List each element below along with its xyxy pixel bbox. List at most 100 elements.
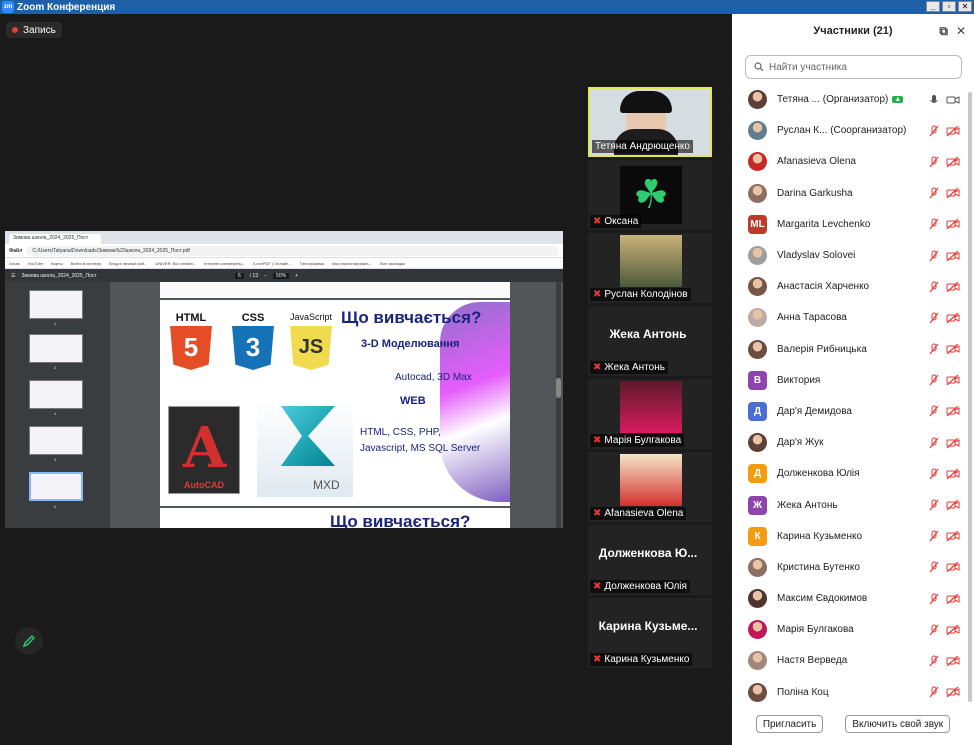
video-off-icon[interactable] <box>946 624 960 635</box>
video-off-icon[interactable] <box>946 500 960 511</box>
video-off-icon[interactable] <box>946 468 960 479</box>
participant-row[interactable]: Кристина Бутенко <box>732 552 974 583</box>
bookmark[interactable]: YouTube <box>27 261 43 266</box>
video-tile[interactable]: Жека Антонь ✖ Жека Антонь <box>588 306 712 376</box>
bookmark[interactable]: iLovePDF | Онлайн... <box>253 261 291 266</box>
mic-muted-icon[interactable] <box>929 343 939 355</box>
video-off-icon[interactable] <box>946 593 960 604</box>
participant-row[interactable]: Поліна Коц <box>732 677 974 708</box>
mic-muted-icon[interactable] <box>929 405 939 417</box>
video-tile[interactable]: ✖ Afanasieva Olena <box>588 452 712 522</box>
participant-row[interactable]: Настя Верведа <box>732 645 974 676</box>
popout-icon[interactable]: ⧉ <box>939 24 948 39</box>
bookmark[interactable]: Вход в личный каб... <box>109 261 147 266</box>
mic-muted-icon[interactable] <box>929 655 939 667</box>
mic-muted-icon[interactable] <box>929 561 939 573</box>
page-thumbnail[interactable] <box>29 290 83 319</box>
participant-row[interactable]: К Карина Кузьменко <box>732 521 974 552</box>
video-off-icon[interactable] <box>946 375 960 386</box>
participant-row[interactable]: Darina Garkusha <box>732 178 974 209</box>
video-tile[interactable]: Долженкова Ю... ✖ Долженкова Юлія <box>588 525 712 595</box>
page-thumbnail[interactable] <box>29 426 83 455</box>
close-window-button[interactable]: ✕ <box>958 1 972 12</box>
mic-muted-icon[interactable] <box>929 499 939 511</box>
video-tile[interactable]: Карина Кузьме... ✖ Карина Кузьменко <box>588 598 712 668</box>
participant-row[interactable]: Анастасія Харченко <box>732 271 974 302</box>
annotate-pen-button[interactable] <box>15 627 43 655</box>
page-thumbnail-selected[interactable] <box>29 472 83 501</box>
bookmark[interactable]: Типографика <box>300 261 324 266</box>
page-thumbnail[interactable] <box>29 380 83 409</box>
page-thumbnail[interactable] <box>29 334 83 363</box>
invite-button[interactable]: Пригласить <box>755 715 824 733</box>
mic-muted-icon[interactable] <box>929 156 939 168</box>
video-off-icon[interactable] <box>946 437 960 448</box>
recording-indicator[interactable]: Запись <box>6 22 62 38</box>
bookmark[interactable]: Boйти в систему <box>71 261 102 266</box>
participant-row[interactable]: Ж Жека Антонь <box>732 489 974 520</box>
video-off-icon[interactable] <box>946 281 960 292</box>
participant-row[interactable]: Д Долженкова Юлія <box>732 458 974 489</box>
mic-muted-icon[interactable] <box>929 530 939 542</box>
participant-row[interactable]: Анна Тарасова <box>732 302 974 333</box>
mic-muted-icon[interactable] <box>929 437 939 449</box>
mic-icon[interactable] <box>929 94 939 106</box>
participant-row[interactable]: Vladyslav Solovei <box>732 240 974 271</box>
mic-muted-icon[interactable] <box>929 468 939 480</box>
video-tile[interactable]: ✖ Руслан Колодінов <box>588 233 712 303</box>
browser-tab[interactable]: Зимова школа_2024_2025_Пост <box>9 234 101 244</box>
video-off-icon[interactable] <box>946 156 960 167</box>
pdf-scrollbar[interactable] <box>556 282 561 528</box>
video-off-icon[interactable] <box>946 250 960 261</box>
mic-muted-icon[interactable] <box>929 125 939 137</box>
mic-muted-icon[interactable] <box>929 250 939 262</box>
url-field[interactable]: C:/Users/Tatyana/Downloads/Зимова%20школ… <box>26 245 559 256</box>
minimize-button[interactable]: _ <box>926 1 940 12</box>
bookmark[interactable]: Інтернет-конференц... <box>204 261 245 266</box>
participant-row[interactable]: Максим Євдокимов <box>732 583 974 614</box>
unmute-self-button[interactable]: Включить свой звук <box>845 715 951 733</box>
participant-row[interactable]: Марія Булгакова <box>732 614 974 645</box>
participant-row[interactable]: Дар'я Жук <box>732 427 974 458</box>
mic-muted-icon[interactable] <box>929 686 939 698</box>
video-tile[interactable]: Тетяна Андрющенко <box>588 87 712 157</box>
video-off-icon[interactable] <box>946 344 960 355</box>
mic-muted-icon[interactable] <box>929 312 939 324</box>
page-current[interactable]: 6 <box>235 272 244 279</box>
menu-icon[interactable]: ☰ <box>11 273 15 279</box>
video-off-icon[interactable] <box>946 562 960 573</box>
mic-muted-icon[interactable] <box>929 187 939 199</box>
bookmark[interactable]: Все закладки <box>380 261 405 266</box>
video-tile[interactable]: ☘ ✖ Оксана <box>588 160 712 230</box>
close-icon[interactable]: ✕ <box>956 24 966 38</box>
video-off-icon[interactable] <box>946 406 960 417</box>
participant-row[interactable]: Валерія Рибницька <box>732 334 974 365</box>
bookmark[interactable]: Карты <box>51 261 62 266</box>
maximize-button[interactable]: ▫ <box>942 1 956 12</box>
zoom-level[interactable]: 50% <box>273 272 290 279</box>
video-camera-icon[interactable] <box>946 95 960 105</box>
bookmark[interactable]: UNIVER: Всі онлайн... <box>155 261 196 266</box>
video-off-icon[interactable] <box>946 531 960 542</box>
video-off-icon[interactable] <box>946 687 960 698</box>
participant-row[interactable]: Afanasieva Olena <box>732 146 974 177</box>
participant-row[interactable]: В Виктория <box>732 365 974 396</box>
video-off-icon[interactable] <box>946 219 960 230</box>
participant-row[interactable]: Тетяна ... (Организатор) ▲ <box>732 84 974 115</box>
bookmark[interactable]: Как спроектировать... <box>332 261 372 266</box>
zoom-out-icon[interactable]: − <box>264 273 267 279</box>
participant-row[interactable]: Руслан К... (Соорганизатор) <box>732 115 974 146</box>
search-input[interactable]: Найти участника <box>745 55 962 79</box>
participant-row[interactable]: Д Дар'я Демидова <box>732 396 974 427</box>
video-tile[interactable]: ✖ Марія Булгакова <box>588 379 712 449</box>
video-off-icon[interactable] <box>946 188 960 199</box>
zoom-in-icon[interactable]: + <box>295 273 298 279</box>
bookmark[interactable]: Gmail <box>9 261 19 266</box>
video-off-icon[interactable] <box>946 125 960 136</box>
mic-muted-icon[interactable] <box>929 374 939 386</box>
mic-muted-icon[interactable] <box>929 218 939 230</box>
video-off-icon[interactable] <box>946 655 960 666</box>
video-off-icon[interactable] <box>946 312 960 323</box>
mic-muted-icon[interactable] <box>929 624 939 636</box>
participant-row[interactable]: ML Margarita Levchenko <box>732 209 974 240</box>
